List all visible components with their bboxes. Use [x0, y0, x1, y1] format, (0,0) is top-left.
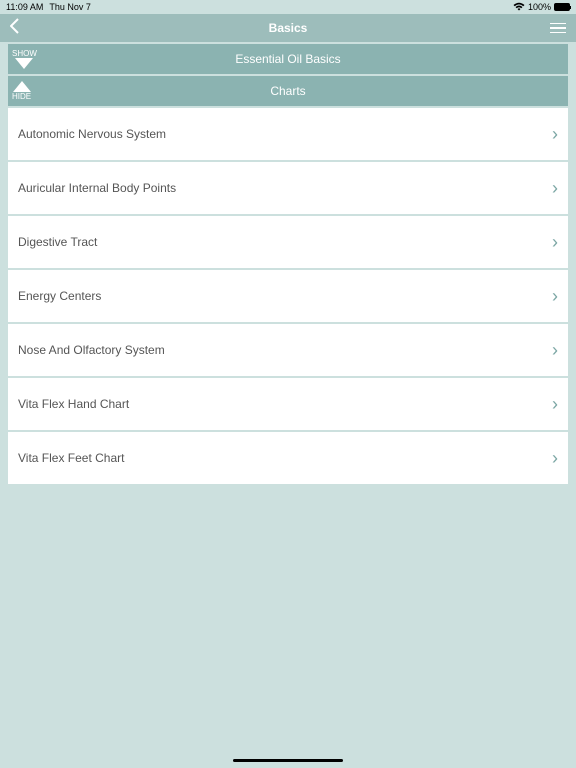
list-item[interactable]: Digestive Tract ›: [8, 216, 568, 268]
list-item[interactable]: Autonomic Nervous System ›: [8, 108, 568, 160]
page-title: Basics: [269, 21, 308, 35]
triangle-down-icon: [15, 58, 33, 69]
battery-icon: [554, 3, 570, 11]
chevron-right-icon: ›: [552, 340, 558, 361]
list-item[interactable]: Vita Flex Hand Chart ›: [8, 378, 568, 430]
back-button[interactable]: [10, 18, 20, 39]
chevron-right-icon: ›: [552, 124, 558, 145]
status-right: 100%: [513, 2, 570, 13]
list-item[interactable]: Energy Centers ›: [8, 270, 568, 322]
triangle-up-icon: [13, 81, 31, 92]
list-item-label: Vita Flex Feet Chart: [18, 451, 125, 465]
menu-button[interactable]: [550, 23, 566, 34]
list-item-label: Energy Centers: [18, 289, 101, 303]
list-item-label: Vita Flex Hand Chart: [18, 397, 129, 411]
chevron-right-icon: ›: [552, 178, 558, 199]
chevron-right-icon: ›: [552, 448, 558, 469]
hide-toggle[interactable]: HIDE: [12, 81, 31, 101]
chevron-right-icon: ›: [552, 232, 558, 253]
section-charts[interactable]: HIDE Charts: [8, 76, 568, 106]
list-item-label: Nose And Olfactory System: [18, 343, 165, 357]
list-item[interactable]: Nose And Olfactory System ›: [8, 324, 568, 376]
nav-bar: Basics: [0, 14, 576, 42]
status-bar: 11:09 AM Thu Nov 7 100%: [0, 0, 576, 14]
home-indicator[interactable]: [233, 759, 343, 762]
list-item[interactable]: Vita Flex Feet Chart ›: [8, 432, 568, 484]
list-item[interactable]: Auricular Internal Body Points ›: [8, 162, 568, 214]
hide-label: HIDE: [12, 92, 31, 101]
list-container: Autonomic Nervous System › Auricular Int…: [0, 108, 576, 484]
status-time: 11:09 AM: [6, 2, 43, 12]
list-item-label: Digestive Tract: [18, 235, 97, 249]
wifi-icon: [513, 2, 525, 13]
section-title: Charts: [270, 84, 305, 98]
list-item-label: Auricular Internal Body Points: [18, 181, 176, 195]
show-toggle[interactable]: SHOW: [12, 49, 37, 69]
chevron-right-icon: ›: [552, 286, 558, 307]
list-item-label: Autonomic Nervous System: [18, 127, 166, 141]
section-essential-oil-basics[interactable]: SHOW Essential Oil Basics: [8, 44, 568, 74]
battery-percent: 100%: [528, 2, 551, 12]
show-label: SHOW: [12, 49, 37, 58]
chevron-right-icon: ›: [552, 394, 558, 415]
status-left: 11:09 AM Thu Nov 7: [6, 2, 91, 12]
section-title: Essential Oil Basics: [235, 52, 340, 66]
status-date: Thu Nov 7: [49, 2, 91, 12]
